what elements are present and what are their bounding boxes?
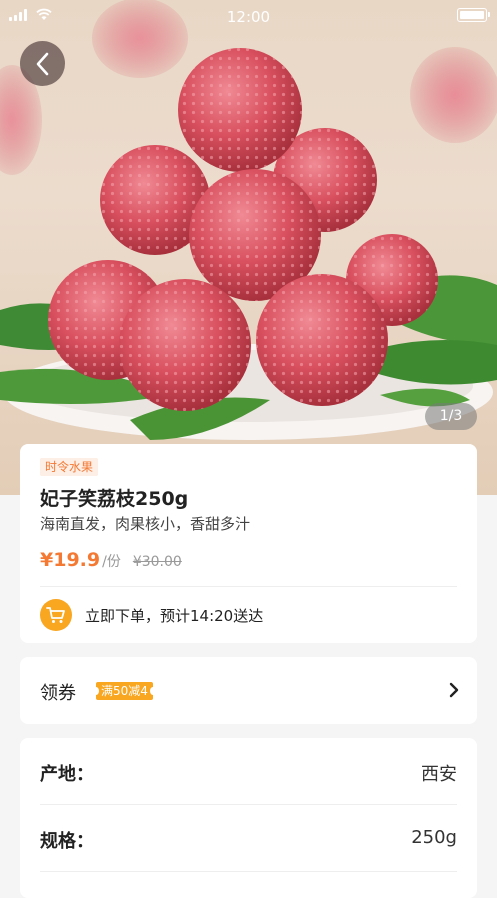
spec-value: 250g (411, 827, 457, 848)
coupon-badge: 满50减4 (93, 682, 156, 700)
back-button[interactable] (20, 41, 65, 86)
chevron-left-icon (36, 52, 48, 75)
product-image-gallery[interactable] (0, 0, 497, 495)
spec-key: 产地： (40, 764, 94, 785)
category-tag: 时令水果 (40, 458, 99, 476)
coupon-label: 领券 (40, 683, 76, 704)
divider (40, 871, 457, 872)
delivery-info: 立即下单，预计14:20送达 (40, 599, 263, 631)
cart-icon (40, 599, 72, 631)
lychee-photo (0, 0, 497, 440)
spec-row-size: 规格： 250g (40, 805, 457, 871)
spec-card: 产地： 西安 规格： 250g (20, 738, 477, 898)
coupon-row[interactable]: 领券 满50减4 (20, 657, 477, 724)
price-unit: /份 (102, 554, 121, 570)
gallery-page-indicator: 1/3 (425, 403, 477, 430)
delivery-text: 立即下单，预计14:20送达 (85, 606, 264, 625)
battery-icon (457, 8, 490, 22)
status-time: 12:00 (226, 8, 271, 26)
status-bar: 12:00 (0, 0, 497, 34)
spec-row-origin: 产地： 西安 (40, 738, 457, 804)
price-row: ¥19.9 /份 ¥30.00 (40, 549, 182, 571)
original-price: ¥30.00 (132, 554, 182, 570)
spec-value: 西安 (421, 764, 457, 785)
product-info-card: 时令水果 妃子笑荔枝250g 海南直发，肉果核小，香甜多汁 ¥19.9 /份 ¥… (20, 444, 477, 643)
chevron-right-icon (449, 682, 459, 698)
product-name: 妃子笑荔枝250g (40, 488, 189, 510)
spec-key: 规格： (40, 831, 94, 852)
current-price: ¥19.9 (40, 549, 101, 571)
divider (40, 586, 457, 587)
product-description: 海南直发，肉果核小，香甜多汁 (40, 515, 251, 533)
